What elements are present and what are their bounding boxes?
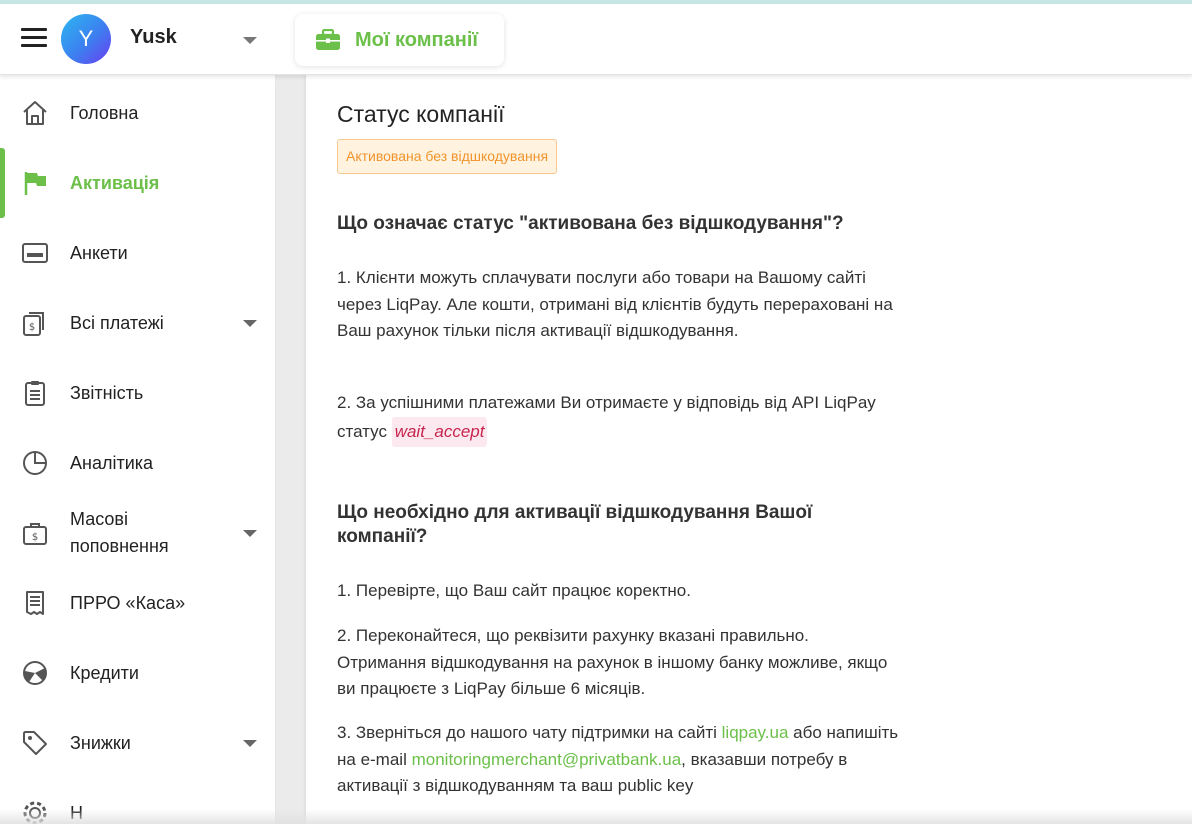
paragraph: 2. Переконайтеся, що реквізити рахунку в… xyxy=(337,626,888,698)
sidebar-item-label: ПРРО «Каса» xyxy=(70,592,186,613)
sidebar-item-label: Активація xyxy=(70,172,160,193)
email-link[interactable]: monitoringmerchant@privatbank.ua xyxy=(412,750,682,769)
credit-icon xyxy=(23,661,47,685)
content-gutter xyxy=(276,75,306,824)
flag-icon xyxy=(24,172,46,195)
sidebar-item-discounts[interactable]: Знижки xyxy=(0,708,275,778)
sidebar-item-forms[interactable]: Анкети xyxy=(0,218,275,288)
sidebar-item-label: Анкети xyxy=(70,242,128,263)
sidebar-item-reports[interactable]: Звітність xyxy=(0,358,275,428)
sidebar-item-label: Головна xyxy=(70,102,139,123)
sidebar: Головна Активація Анкети $ Всі платежі З… xyxy=(0,75,276,824)
sidebar-item-payments[interactable]: $ Всі платежі xyxy=(0,288,275,358)
sidebar-item-analytics[interactable]: Аналітика xyxy=(0,428,275,498)
svg-text:$: $ xyxy=(32,532,38,543)
status-badge: Активована без відшкодування xyxy=(337,139,558,174)
sidebar-item-mass-topups[interactable]: $ Масові поповнення xyxy=(0,498,275,568)
top-header: Y Yusk Мої компанії xyxy=(0,4,1192,75)
home-icon xyxy=(23,101,47,125)
payments-icon: $ xyxy=(23,312,44,336)
paragraph-text: 3. Зверніться до нашого чату підтримки н… xyxy=(337,723,717,742)
sidebar-item-label: Масові поповнення xyxy=(70,509,169,556)
sidebar-item-label: Звітність xyxy=(70,382,144,403)
bottom-fade xyxy=(0,809,1192,824)
my-companies-button[interactable]: Мої компанії xyxy=(295,14,504,66)
chevron-down-icon[interactable] xyxy=(243,320,257,327)
sidebar-item-credits[interactable]: Кредити xyxy=(0,638,275,708)
section-heading-activation-steps: Що необхідно для активації відшкодування… xyxy=(337,502,813,547)
chevron-down-icon[interactable] xyxy=(243,530,257,537)
sidebar-item-label: Кредити xyxy=(70,662,139,683)
liqpay-link[interactable]: liqpay.ua xyxy=(722,723,789,742)
sidebar-item-prro[interactable]: ПРРО «Каса» xyxy=(0,568,275,638)
user-name[interactable]: Yusk xyxy=(130,26,177,49)
sidebar-item-activation[interactable]: Активація xyxy=(0,148,275,218)
receipt-icon xyxy=(26,591,44,615)
paragraph: 3. Зверніться до нашого чату підтримки н… xyxy=(337,720,902,800)
active-indicator xyxy=(0,148,5,218)
paragraph: 2. За успішними платежами Ви отримаєте у… xyxy=(337,390,902,447)
sidebar-item-home[interactable]: Головна xyxy=(0,78,275,148)
avatar[interactable]: Y xyxy=(61,14,111,64)
sidebar-item-label: Всі платежі xyxy=(70,312,164,333)
tag-icon xyxy=(23,731,47,755)
page-title: Статус компанії xyxy=(337,101,505,127)
menu-icon[interactable] xyxy=(21,28,47,50)
clipboard-icon xyxy=(25,381,45,406)
briefcase-icon xyxy=(316,29,340,50)
section-heading-status-meaning: Що означає статус "активована без відшко… xyxy=(337,213,844,234)
sidebar-item-label: Аналітика xyxy=(70,452,154,473)
svg-text:$: $ xyxy=(29,322,35,333)
chevron-down-icon[interactable] xyxy=(243,37,257,44)
paragraph: 1. Перевірте, що Ваш сайт працює коректн… xyxy=(337,581,691,600)
my-companies-label: Мої компанії xyxy=(355,28,479,51)
pie-chart-icon xyxy=(23,451,47,475)
main-content: Статус компанії Активована без відшкодув… xyxy=(306,75,1192,824)
chevron-down-icon[interactable] xyxy=(243,740,257,747)
paragraph: 1. Клієнти можуть сплачувати послуги або… xyxy=(337,268,893,340)
sidebar-item-label: Знижки xyxy=(70,732,131,753)
card-icon xyxy=(22,243,48,263)
wallet-icon: $ xyxy=(23,523,47,545)
status-code: wait_accept xyxy=(391,416,488,447)
